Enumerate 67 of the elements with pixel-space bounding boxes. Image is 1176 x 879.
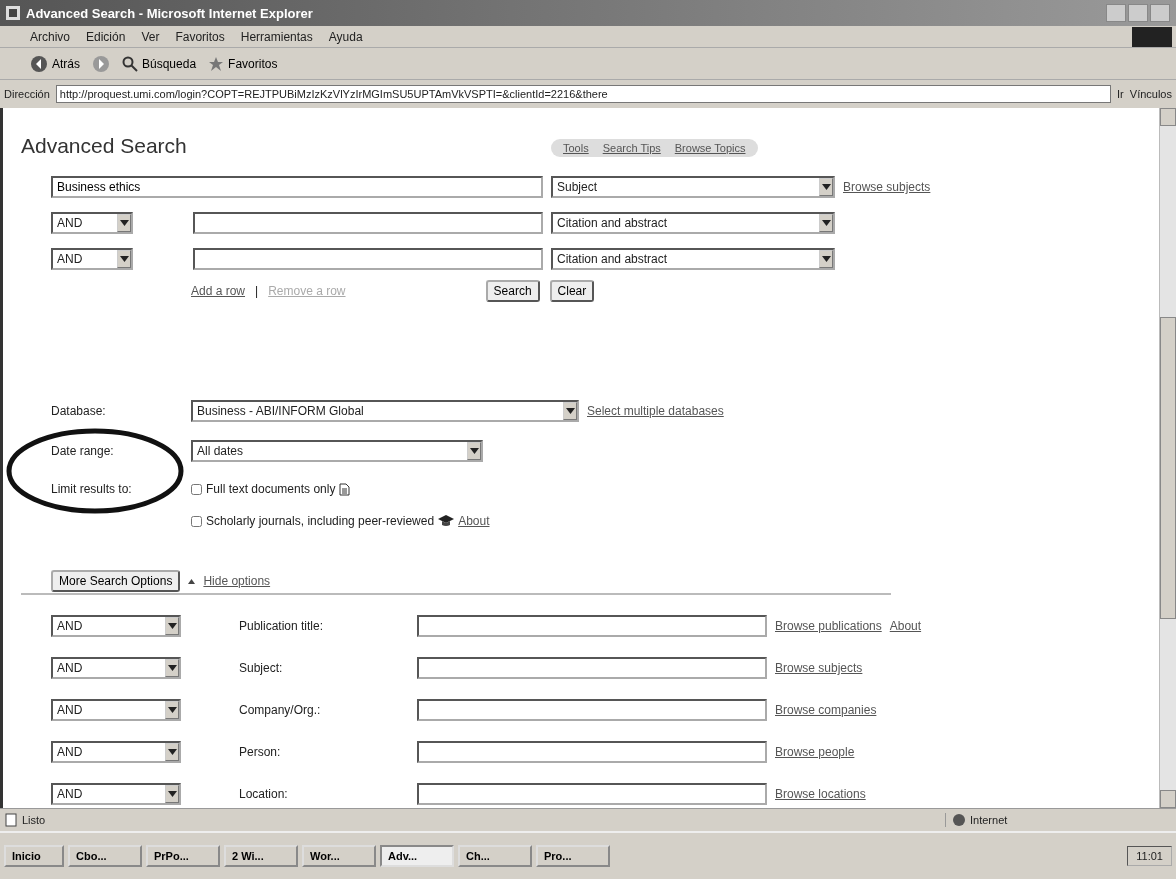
field-label: Date range:	[51, 444, 115, 458]
browse-link[interactable]: Browse subjects	[775, 661, 863, 675]
taskbar-button[interactable]: Cbo...	[68, 844, 142, 867]
taskbar-button[interactable]: Pro...	[536, 844, 610, 867]
search-field[interactable]: Business ethics	[51, 176, 543, 198]
option-label: Scholarly journals, including peer-reviewed	[206, 514, 435, 528]
operator-dropdown[interactable]: AND	[51, 248, 133, 270]
menu-item[interactable]: Archivo	[30, 29, 70, 44]
databases-link[interactable]: Select multiple databases	[587, 404, 724, 418]
go-button[interactable]: Ir	[1117, 88, 1124, 100]
field-dropdown[interactable]: Citation and abstract	[551, 248, 835, 270]
hide-options-link[interactable]: Hide options	[203, 574, 271, 588]
more-options-button[interactable]: More Search Options	[51, 570, 181, 592]
separator: |	[255, 284, 259, 298]
address-field[interactable]: http://proquest.umi.com/login?COPT=REJTPUBiMzIzKzVlYzIrMGImSU5UPTAmVkVSPTI=&clientId=2216&there	[55, 85, 1112, 103]
field-dropdown[interactable]: Subject	[551, 176, 835, 198]
date-dropdown[interactable]: All dates	[191, 440, 483, 462]
browse-link[interactable]: Browse locations	[775, 787, 866, 801]
zone-text: Internet	[970, 814, 1008, 826]
start-button[interactable]: Inicio	[4, 844, 64, 867]
field-label: Publication title:	[239, 619, 325, 633]
browse-link[interactable]: Browse people	[775, 745, 855, 759]
browse-link[interactable]: Browse companies	[775, 703, 877, 717]
field-label: Location:	[239, 787, 289, 801]
row-link[interactable]: Add a row	[191, 284, 246, 298]
taskbar-button[interactable]: Ch...	[458, 844, 532, 867]
toolbar-button[interactable]: Atrás	[30, 54, 80, 73]
tab[interactable]: Tools	[561, 141, 591, 155]
address-label: Dirección	[4, 88, 50, 100]
form-button[interactable]: Search	[485, 280, 540, 302]
menu-item[interactable]: Ayuda	[328, 29, 363, 44]
field-label: Company/Org.:	[239, 703, 322, 717]
menu-item[interactable]: Herramientas	[240, 29, 313, 44]
operator-dropdown[interactable]: AND	[51, 699, 181, 721]
window-title: Advanced Search - Microsoft Internet Explorer	[26, 5, 313, 21]
database-dropdown[interactable]: Business - ABI/INFORM Global	[191, 400, 579, 422]
operator-dropdown[interactable]: AND	[51, 212, 133, 234]
menu-item[interactable]: Favoritos	[175, 29, 225, 44]
tab[interactable]: Search Tips	[600, 141, 663, 155]
status-text: Listo	[22, 814, 46, 826]
tab[interactable]: Browse Topics	[672, 141, 748, 155]
menu-item[interactable]: Edición	[86, 29, 126, 44]
taskbar-button[interactable]: Adv...	[380, 844, 454, 867]
toolbar-button[interactable]: Favoritos	[208, 55, 278, 72]
field-label: Database:	[51, 404, 107, 418]
clock: 11:01	[1136, 849, 1163, 862]
field-label: Limit results to:	[51, 482, 133, 496]
option-label: Full text documents only	[206, 482, 336, 496]
field-dropdown[interactable]: Citation and abstract	[551, 212, 835, 234]
browse-link[interactable]: Browse publications	[775, 619, 882, 633]
toolbar-button[interactable]: Búsqueda	[122, 55, 197, 72]
form-button[interactable]: Clear	[549, 280, 595, 302]
operator-dropdown[interactable]: AND	[51, 615, 181, 637]
field-label: Person:	[239, 745, 282, 759]
field-label: Subject:	[239, 661, 284, 675]
links-button[interactable]: Vínculos	[1129, 88, 1172, 100]
operator-dropdown[interactable]: AND	[51, 783, 181, 805]
browse-link[interactable]: About	[889, 619, 922, 633]
operator-dropdown[interactable]: AND	[51, 741, 181, 763]
operator-dropdown[interactable]: AND	[51, 657, 181, 679]
taskbar-button[interactable]: Wor...	[302, 844, 376, 867]
taskbar-button[interactable]: PrPo...	[146, 844, 220, 867]
browse-link[interactable]: Browse subjects	[843, 180, 931, 194]
menu-item[interactable]: Ver	[141, 29, 160, 44]
page-heading: Advanced Search	[21, 134, 188, 158]
about-link[interactable]: About	[458, 514, 490, 528]
taskbar-button[interactable]: 2 Wi...	[224, 844, 298, 867]
